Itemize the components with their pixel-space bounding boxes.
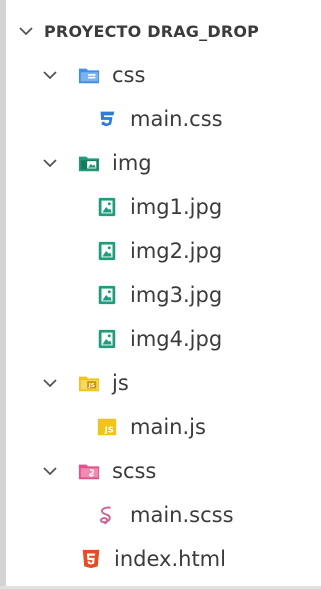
project-header[interactable]: PROYECTO DRAG_DROP [6, 9, 321, 53]
sass-folder-icon [78, 464, 100, 480]
file-label: main.scss [130, 503, 234, 527]
image-folder-icon [78, 156, 100, 172]
image-file-icon [98, 241, 116, 261]
file-img1-jpg[interactable]: img1.jpg [6, 185, 321, 229]
svg-text:JS: JS [104, 425, 114, 435]
chevron-down-icon [43, 467, 57, 476]
file-main-js[interactable]: JS main.js [6, 405, 321, 449]
image-file-icon [98, 329, 116, 349]
chevron-down-icon [43, 379, 57, 388]
image-file-icon [98, 285, 116, 305]
file-explorer: PROYECTO DRAG_DROP css main.css img img1… [6, 0, 321, 586]
chevron-down-icon [43, 159, 57, 168]
project-title: PROYECTO DRAG_DROP [44, 21, 260, 41]
file-label: img1.jpg [130, 195, 223, 219]
folder-label: js [112, 371, 129, 395]
file-main-scss[interactable]: main.scss [6, 493, 321, 537]
file-label: img3.jpg [130, 283, 223, 307]
folder-js[interactable]: JS js [6, 361, 321, 405]
file-label: main.css [130, 107, 223, 131]
folder-img[interactable]: img [6, 141, 321, 185]
file-label: index.html [114, 547, 226, 571]
file-label: img4.jpg [130, 327, 223, 351]
folder-label: img [112, 151, 152, 175]
folder-scss[interactable]: scss [6, 449, 321, 493]
js-folder-icon: JS [78, 376, 100, 392]
folder-label: css [112, 63, 146, 87]
file-label: main.js [130, 415, 206, 439]
css-file-icon [100, 111, 115, 127]
chevron-down-icon [43, 71, 57, 80]
file-img4-jpg[interactable]: img4.jpg [6, 317, 321, 361]
image-file-icon [98, 197, 116, 217]
file-main-css[interactable]: main.css [6, 97, 321, 141]
sass-file-icon [100, 506, 111, 525]
file-img2-jpg[interactable]: img2.jpg [6, 229, 321, 273]
chevron-down-icon [19, 27, 33, 36]
css-folder-icon [78, 68, 100, 84]
svg-text:JS: JS [88, 383, 95, 389]
folder-css[interactable]: css [6, 53, 321, 97]
file-index-html[interactable]: index.html [6, 537, 321, 581]
file-label: img2.jpg [130, 239, 223, 263]
html-file-icon [82, 549, 100, 569]
file-img3-jpg[interactable]: img3.jpg [6, 273, 321, 317]
folder-label: scss [112, 459, 157, 483]
js-file-icon: JS [97, 418, 117, 436]
